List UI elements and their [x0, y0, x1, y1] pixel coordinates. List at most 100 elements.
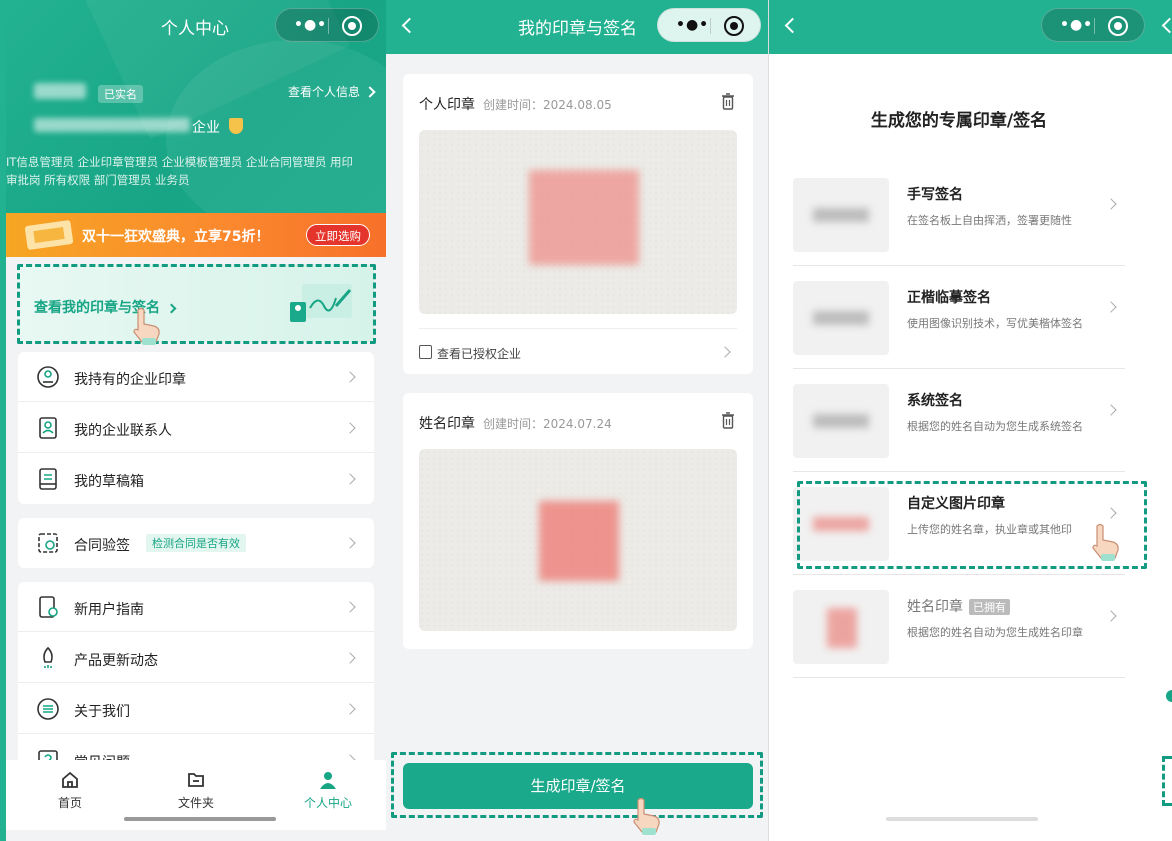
check-icon — [1166, 690, 1172, 702]
delete-icon[interactable] — [721, 411, 735, 429]
chevron-right-icon — [1105, 198, 1117, 210]
option-regular-script-signature[interactable]: 正楷临摹签名 使用图像识别技术，写优美楷体签名 — [793, 266, 1125, 369]
back-icon[interactable] — [401, 17, 418, 34]
highlight-seals-entry — [17, 264, 376, 344]
menu-item-drafts[interactable]: 我的草稿箱 — [18, 454, 374, 504]
nav-bar — [1148, 0, 1172, 54]
seal-preview-name[interactable] — [419, 449, 737, 631]
personal-seal-card: 个人印章 创建时间：2024.08.05 查看已授权企业 — [403, 74, 753, 374]
verified-badge: 已实名 — [98, 85, 143, 103]
seal-created-time: 创建时间：2024.08.05 — [483, 98, 612, 112]
my-seals-screen: 我的印章与签名 •●• 个人印章 创建时间：2024.08.05 查看已授权企业… — [386, 0, 768, 841]
coupon-icon — [24, 219, 74, 251]
chevron-right-icon — [719, 346, 731, 358]
document-icon — [419, 345, 432, 359]
menu-item-contract-verify[interactable]: 合同验签 检测合同是否有效 — [18, 518, 374, 568]
miniprogram-capsule[interactable]: •●• — [1041, 8, 1145, 42]
drafts-icon — [39, 468, 57, 490]
page-heading: 生成您的专属印章/签名 — [870, 111, 1048, 131]
option-handwritten-signature[interactable]: 手写签名 在签名板上自由挥洒，签署更随性 — [793, 163, 1125, 266]
company-name-blurred — [34, 118, 190, 132]
folder-icon — [188, 773, 204, 787]
back-icon[interactable] — [1161, 17, 1172, 34]
tap-hand-icon — [633, 797, 660, 835]
chevron-right-icon — [1105, 610, 1117, 622]
tab-home[interactable]: 首页 — [30, 770, 110, 811]
contract-verify-tag: 检测合同是否有效 — [146, 534, 246, 552]
option-thumbnail — [793, 590, 889, 664]
generate-seal-screen: •●• 生成您的专属印章/签名 手写签名 在签名板上自由挥洒，签署更随性 正楷临… — [768, 0, 1148, 841]
highlight-clipped — [1162, 756, 1172, 806]
home-indicator — [124, 817, 276, 821]
highlight-generate-button — [391, 752, 763, 818]
close-miniprogram-icon[interactable] — [1108, 16, 1128, 36]
seal-preview-personal[interactable] — [419, 130, 737, 314]
chevron-right-icon — [1105, 301, 1117, 313]
rocket-icon — [43, 646, 53, 668]
chevron-right-icon — [344, 473, 356, 485]
option-name-seal[interactable]: 姓名印章 已拥有 根据您的姓名自动为您生成姓名印章 — [793, 575, 1125, 678]
seal-created-time: 创建时间：2024.07.24 — [483, 417, 612, 431]
verified-shield-icon — [229, 118, 243, 134]
option-thumbnail — [793, 281, 889, 355]
personal-center-screen: 个人中心 •●• 已实名 查看个人信息 企业 IT信息管理员 企业印章管理员 企… — [0, 0, 386, 841]
close-miniprogram-icon[interactable] — [342, 16, 362, 36]
buy-now-button[interactable]: 立即选购 — [306, 224, 370, 246]
delete-icon[interactable] — [721, 92, 735, 110]
chevron-right-icon — [344, 703, 356, 715]
chevron-right-icon — [344, 371, 356, 383]
contacts-icon — [39, 417, 57, 439]
chevron-right-icon — [344, 652, 356, 664]
nav-bar: •●• — [769, 0, 1148, 54]
option-thumbnail — [793, 384, 889, 458]
tap-hand-icon — [1092, 523, 1119, 561]
promo-text: 双十一狂欢盛典，立享75折！ — [82, 229, 270, 245]
contract-verify-icon — [38, 533, 58, 553]
owned-badge: 已拥有 — [969, 599, 1010, 615]
option-system-signature[interactable]: 系统签名 根据您的姓名自动为您生成系统签名 — [793, 369, 1125, 472]
profile-header: 个人中心 •●• 已实名 查看个人信息 企业 IT信息管理员 企业印章管理员 企… — [6, 0, 386, 215]
user-name-blurred — [34, 83, 86, 99]
user-roles: IT信息管理员 企业印章管理员 企业模板管理员 企业合同管理员 用印审批岗 所有… — [6, 155, 354, 187]
chevron-right-icon — [344, 601, 356, 613]
menu-item-contacts[interactable]: 我的企业联系人 — [18, 403, 374, 453]
about-icon — [37, 698, 59, 720]
view-profile-link[interactable]: 查看个人信息 — [288, 83, 376, 100]
home-icon — [62, 771, 78, 788]
more-icon[interactable]: •●• — [1060, 17, 1093, 33]
seal-icon — [37, 366, 59, 388]
user-icon — [320, 772, 336, 789]
promo-banner[interactable]: 双十一狂欢盛典，立享75折！ 立即选购 — [6, 213, 386, 257]
seal-title: 个人印章 — [419, 97, 475, 113]
tap-hand-icon — [133, 307, 160, 345]
menu-item-guide[interactable]: 新用户指南 — [18, 582, 374, 632]
menu-item-enterprise-seals[interactable]: 我持有的企业印章 — [18, 352, 374, 402]
close-miniprogram-icon[interactable] — [724, 16, 744, 36]
guide-icon — [39, 596, 58, 618]
more-icon[interactable]: •●• — [676, 17, 709, 33]
more-icon[interactable]: •●• — [294, 17, 327, 33]
menu-item-about[interactable]: 关于我们 — [18, 684, 374, 734]
seal-title: 姓名印章 — [419, 416, 475, 432]
page-title: 个人中心 — [161, 19, 229, 39]
page-title: 我的印章与签名 — [518, 19, 637, 39]
menu-group-help: 新用户指南 产品更新动态 关于我们 常见问题 — [18, 582, 374, 772]
view-authorized-companies[interactable]: 查看已授权企业 — [419, 328, 737, 374]
chevron-right-icon — [364, 86, 376, 98]
tab-folder[interactable]: 文件夹 — [156, 770, 236, 811]
menu-item-updates[interactable]: 产品更新动态 — [18, 633, 374, 683]
option-thumbnail — [793, 178, 889, 252]
chevron-right-icon — [1105, 404, 1117, 416]
home-indicator — [886, 817, 1038, 821]
nav-bar: 我的印章与签名 •●• — [386, 0, 768, 54]
miniprogram-capsule[interactable]: •●• — [275, 8, 379, 42]
chevron-right-icon — [344, 422, 356, 434]
menu-group-enterprise: 我持有的企业印章 我的企业联系人 我的草稿箱 — [18, 352, 374, 504]
name-seal-card: 姓名印章 创建时间：2024.07.24 — [403, 393, 753, 649]
miniprogram-capsule[interactable]: •●• — [657, 8, 761, 42]
tab-personal-center[interactable]: 个人中心 — [288, 770, 368, 811]
chevron-right-icon — [344, 537, 356, 549]
company-suffix: 企业 — [192, 120, 220, 136]
back-icon[interactable] — [784, 17, 801, 34]
next-screen-clipped — [1148, 0, 1172, 841]
